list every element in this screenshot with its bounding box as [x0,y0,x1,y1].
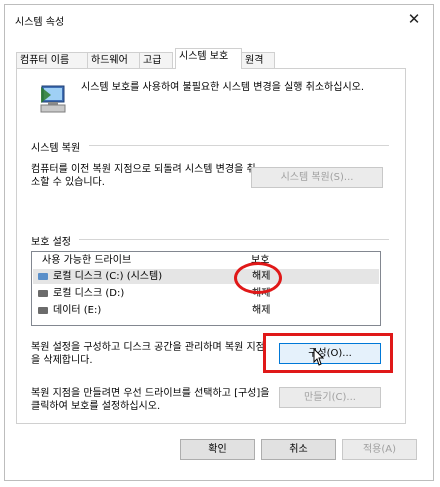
restore-heading: 시스템 복원 [31,143,81,154]
restore-description: 컴퓨터를 이전 복원 지점으로 되돌려 시스템 변경을 취소할 수 있습니다. [31,164,256,188]
windows-drive-icon [38,273,48,280]
tab-label: 시스템 보호 [179,51,229,62]
protection-heading: 보호 설정 [31,237,71,248]
drive-name: 데이터 (E:) [53,305,102,316]
tab-label: 컴퓨터 이름 [20,55,70,66]
tab-strip: 컴퓨터 이름 하드웨어 고급 시스템 보호 원격 [16,48,426,69]
ok-button[interactable]: 확인 [180,439,255,460]
close-icon[interactable]: ✕ [401,8,427,30]
drive-row[interactable]: 로컬 디스크 (D:) 해제 [33,286,379,301]
create-description: 복원 지점을 만들려면 우선 드라이브를 선택하고 [구성]을 클릭하여 보호를… [31,388,270,412]
drive-row[interactable]: 로컬 디스크 (C:) (시스템) 해제 [33,269,379,284]
system-restore-button[interactable]: 시스템 복원(S)... [251,167,383,188]
system-protection-icon [40,85,66,113]
highlight-ellipse [234,262,282,294]
drive-row[interactable]: 데이터 (E:) 해제 [33,303,379,318]
tab-hardware[interactable]: 하드웨어 [87,52,140,68]
tab-label: 하드웨어 [91,55,128,66]
column-header-drive: 사용 가능한 드라이브 [42,255,132,266]
drive-list[interactable]: 사용 가능한 드라이브 보호 로컬 디스크 (C:) (시스템) 해제 로컬 디… [31,251,381,326]
divider [79,239,389,240]
drive-icon [38,307,48,314]
tab-advanced[interactable]: 고급 [139,52,173,68]
divider [89,145,389,146]
create-button[interactable]: 만들기(C)... [279,387,381,408]
tab-label: 원격 [245,55,264,66]
apply-button[interactable]: 적용(A) [342,439,417,460]
drive-icon [38,290,48,297]
configure-description: 복원 설정을 구성하고 디스크 공간을 관리하며 복원 지점을 삭제합니다. [31,342,265,366]
drive-name: 로컬 디스크 (C:) (시스템) [53,271,163,282]
tab-system-protection[interactable]: 시스템 보호 [175,48,242,69]
mouse-cursor-icon [313,348,324,366]
window-title: 시스템 속성 [15,17,65,28]
tab-computer-name[interactable]: 컴퓨터 이름 [16,52,88,68]
drive-status: 해제 [252,305,271,316]
tab-remote[interactable]: 원격 [241,52,275,68]
cancel-button[interactable]: 취소 [261,439,336,460]
highlight-rectangle [263,333,393,373]
intro-text: 시스템 보호를 사용하여 불필요한 시스템 변경을 실행 취소하십시오. [81,82,365,93]
tab-label: 고급 [143,55,162,66]
title-bar: 시스템 속성 ✕ [5,5,433,35]
drive-name: 로컬 디스크 (D:) [53,288,125,299]
